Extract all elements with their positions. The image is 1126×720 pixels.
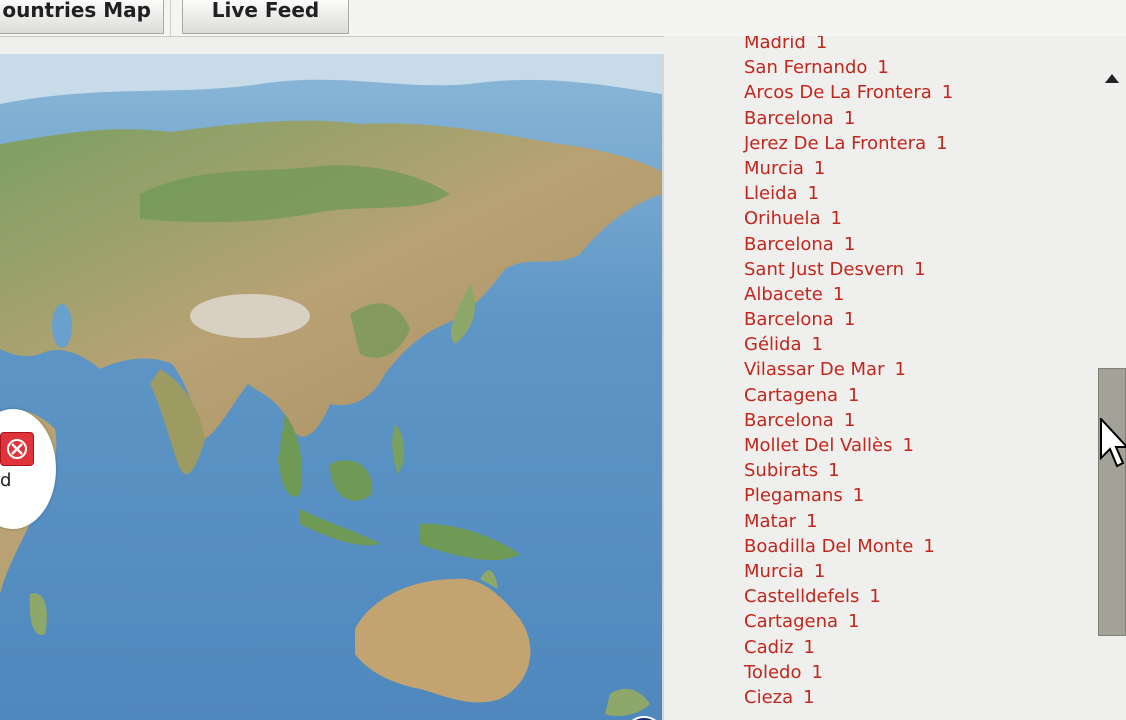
feed-item: Barcelona 1 bbox=[744, 307, 953, 332]
feed-item: Boadilla Del Monte 1 bbox=[744, 534, 953, 559]
popup-close-button[interactable] bbox=[0, 432, 34, 466]
feed-item-count: 1 bbox=[843, 409, 856, 431]
feed-item: Castelldefels 1 bbox=[744, 584, 953, 609]
scrollbar-thumb[interactable] bbox=[1098, 368, 1126, 636]
live-feed-panel: Madrid 1 San Fernando 1 Arcos De La Frontera… bbox=[664, 36, 1126, 720]
feed-item: Cartagena 1 bbox=[744, 609, 953, 634]
feed-item-count: 1 bbox=[832, 283, 845, 305]
feed-item: Barcelona 1 bbox=[744, 232, 953, 257]
scroll-up-arrow-icon[interactable] bbox=[1104, 70, 1120, 83]
feed-item: Cadiz 1 bbox=[744, 635, 953, 660]
feed-item-city: Cadiz bbox=[744, 636, 794, 658]
feed-item-city: Castelldefels bbox=[744, 586, 860, 608]
feed-item-city: Plegamans bbox=[744, 485, 843, 507]
feed-item-count: 1 bbox=[807, 183, 820, 205]
feed-item-city: Orihuela bbox=[744, 208, 821, 230]
feed-item-city: Barcelona bbox=[744, 107, 834, 129]
feed-item: Subirats 1 bbox=[744, 458, 953, 483]
feed-item-count: 1 bbox=[815, 36, 828, 53]
feed-item-city: Cartagena bbox=[744, 611, 839, 633]
feed-item: Sant Just Desvern 1 bbox=[744, 257, 953, 282]
feed-item: Toledo 1 bbox=[744, 660, 953, 685]
feed-item-count: 1 bbox=[803, 636, 815, 658]
feed-item-count: 1 bbox=[843, 309, 856, 331]
feed-item: Murcia 1 bbox=[744, 156, 953, 181]
feed-item-city: Madrid bbox=[744, 36, 806, 53]
feed-item: Albacete 1 bbox=[744, 282, 953, 307]
feed-item-count: 1 bbox=[877, 57, 889, 79]
feed-item-city: Cieza bbox=[744, 686, 794, 708]
feed-item: Matar 1 bbox=[744, 509, 953, 534]
feed-item-city: Murcia bbox=[744, 560, 804, 582]
feed-item-city: Toledo bbox=[744, 661, 802, 683]
mouse-cursor-icon bbox=[1100, 416, 1126, 474]
feed-item-count: 1 bbox=[852, 485, 865, 507]
feed-item: Orihuela 1 bbox=[744, 206, 953, 231]
feed-item-city: Lleida bbox=[744, 183, 798, 205]
feed-item: Murcia 1 bbox=[744, 559, 953, 584]
feed-item-count: 1 bbox=[843, 107, 856, 129]
feed-item-city: Gélida bbox=[744, 334, 802, 356]
feed-item-city: Vilassar De Mar bbox=[744, 359, 885, 381]
feed-item-count: 1 bbox=[902, 435, 914, 456]
feed-item-count: 1 bbox=[813, 560, 826, 582]
tab-countries-map[interactable]: ountries Map bbox=[0, 0, 164, 34]
feed-item: Plegamans 1 bbox=[744, 483, 953, 508]
feed-item: Barcelona 1 bbox=[744, 408, 953, 433]
feed-item: San Fernando 1 bbox=[744, 55, 953, 80]
feed-item-count: 1 bbox=[843, 233, 856, 255]
feed-item-city: Murcia bbox=[744, 157, 804, 179]
feed-item: Cartagena 1 bbox=[744, 383, 953, 408]
feed-item-count: 1 bbox=[936, 132, 948, 154]
feed-item-city: Barcelona bbox=[744, 409, 834, 431]
feed-item-count: 1 bbox=[811, 661, 823, 683]
feed-item-city: Matar bbox=[744, 510, 797, 532]
feed-item-count: 1 bbox=[828, 460, 840, 482]
feed-item-city: Arcos De La Frontera bbox=[744, 82, 932, 104]
feed-item-count: 1 bbox=[914, 258, 926, 280]
feed-item-city: Barcelona bbox=[744, 309, 834, 331]
tab-bar: ountries Map Live Feed bbox=[0, 0, 1126, 37]
feed-item: Vilassar De Mar 1 bbox=[744, 357, 953, 382]
feed-list: Madrid 1 San Fernando 1 Arcos De La Frontera… bbox=[744, 36, 953, 710]
feed-item-count: 1 bbox=[941, 82, 954, 104]
feed-item-city: Sant Just Desvern bbox=[744, 258, 905, 280]
feed-item: Gélida 1 bbox=[744, 332, 953, 357]
feed-item: Jerez De La Frontera 1 bbox=[744, 131, 953, 156]
feed-item-count: 1 bbox=[894, 359, 906, 381]
feed-item: Barcelona 1 bbox=[744, 106, 953, 131]
popup-text: d bbox=[0, 470, 12, 491]
feed-item-count: 1 bbox=[811, 334, 823, 356]
feed-item: Madrid 1 bbox=[744, 36, 953, 55]
feed-item-count: 1 bbox=[806, 510, 818, 532]
feed-item-city: Subirats bbox=[744, 460, 819, 482]
world-map[interactable]: d bbox=[0, 54, 664, 720]
feed-item: Arcos De La Frontera 1 bbox=[744, 80, 953, 105]
feed-item-city: San Fernando bbox=[744, 57, 868, 79]
feed-item: Lleida 1 bbox=[744, 181, 953, 206]
feed-item: Cieza 1 bbox=[744, 685, 953, 710]
feed-item-city: Albacete bbox=[744, 283, 823, 305]
feed-item-city: Barcelona bbox=[744, 233, 834, 255]
feed-item-count: 1 bbox=[813, 157, 826, 179]
feed-item-count: 1 bbox=[848, 384, 860, 406]
feed-item-city: Mollet Del Vallès bbox=[744, 435, 893, 456]
map-image bbox=[0, 54, 662, 720]
feed-item-count: 1 bbox=[848, 611, 860, 633]
feed-item-city: Jerez De La Frontera bbox=[744, 132, 927, 154]
feed-item-count: 1 bbox=[869, 586, 881, 608]
feed-item-city: Boadilla Del Monte bbox=[744, 535, 914, 557]
feed-item: Mollet Del Vallès 1 bbox=[744, 433, 953, 458]
feed-item-count: 1 bbox=[803, 686, 815, 708]
feed-item-count: 1 bbox=[830, 208, 842, 230]
feed-item-count: 1 bbox=[923, 535, 935, 557]
tab-divider bbox=[170, 0, 171, 36]
feed-item-city: Cartagena bbox=[744, 384, 839, 406]
tab-live-feed[interactable]: Live Feed bbox=[182, 0, 349, 34]
